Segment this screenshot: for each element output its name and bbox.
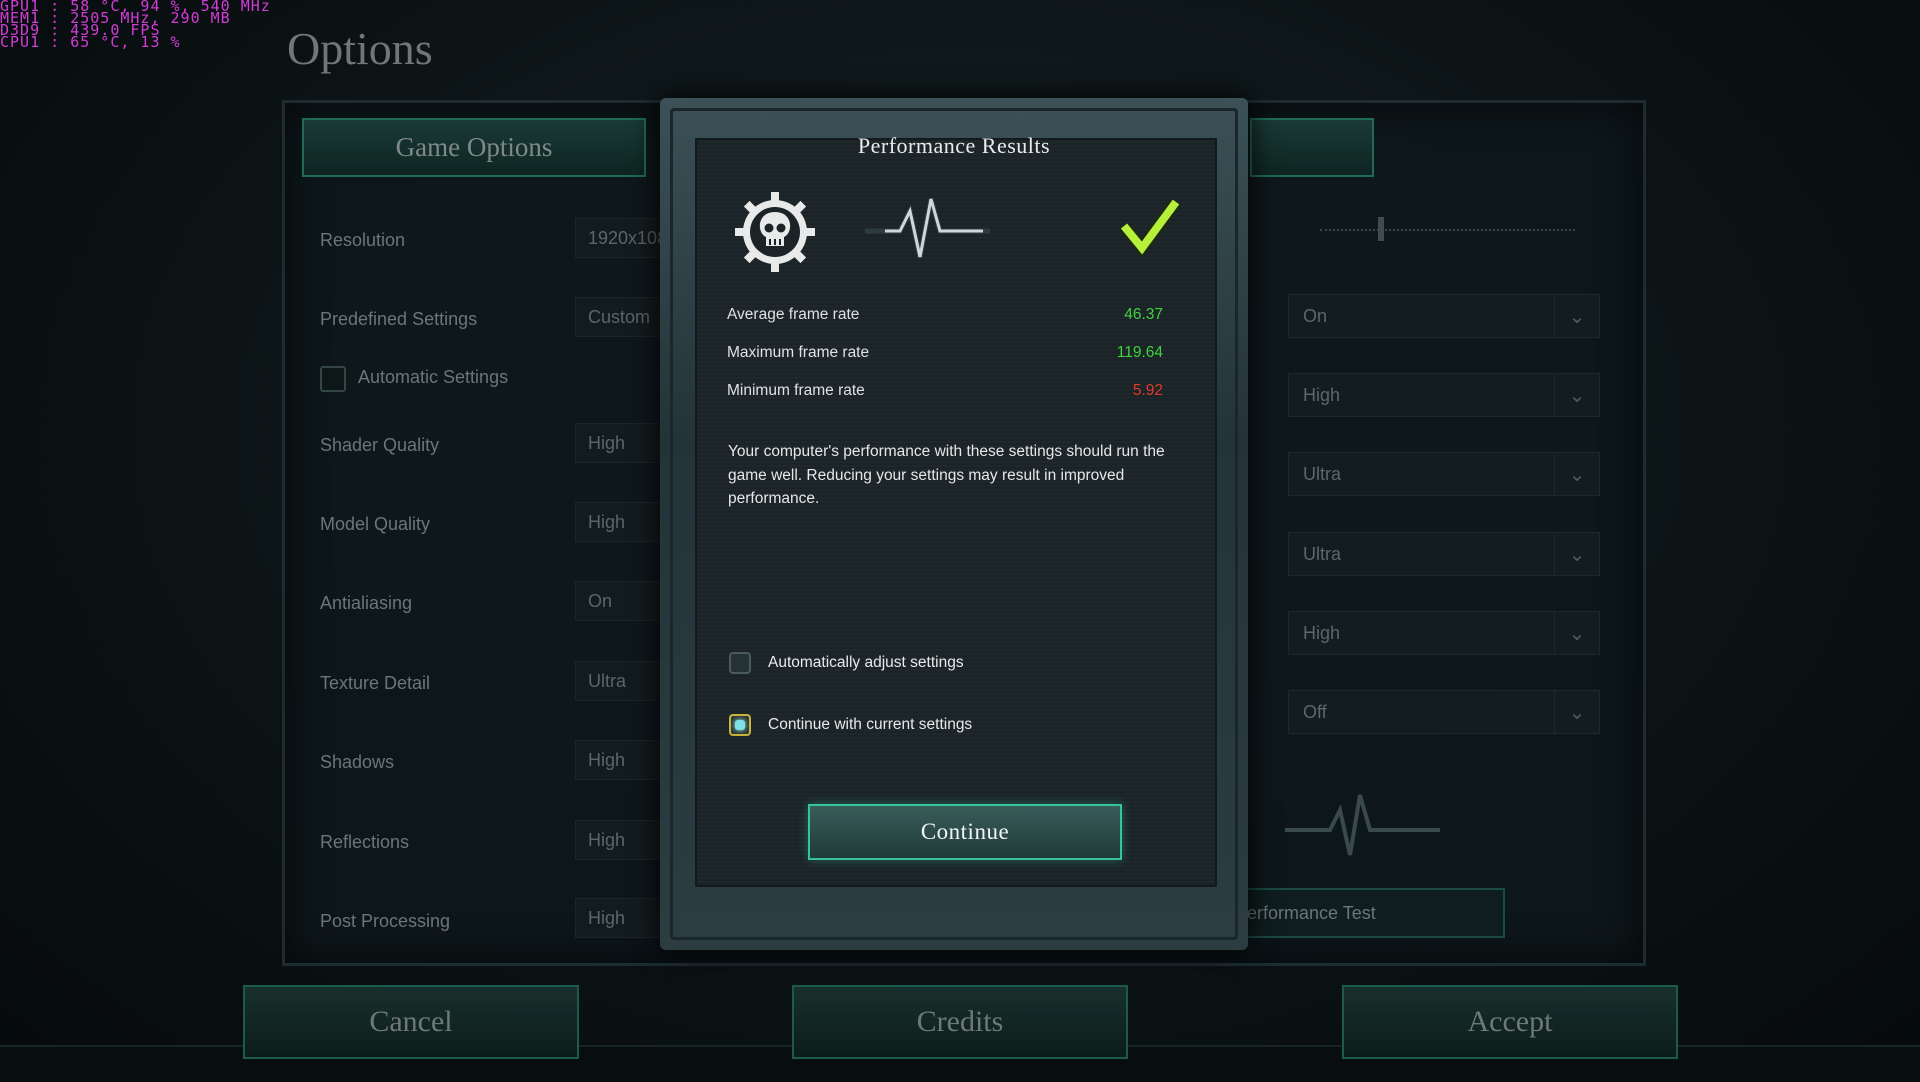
right-select-value: High [1303,622,1341,643]
accept-button[interactable]: Accept [1342,985,1678,1059]
auto-adjust-radio[interactable] [729,652,751,674]
stat-value: 5.92 [1132,382,1163,399]
tab-right[interactable] [1250,118,1374,177]
credits-button[interactable]: Credits [792,985,1128,1059]
heartbeat-icon [1285,794,1440,856]
setting-label-model-quality: Model Quality [320,514,431,534]
right-select-2[interactable]: High ⌄ [1288,373,1600,417]
chevron-down-icon: ⌄ [1554,453,1599,495]
setting-field-antialiasing[interactable]: On [575,581,665,621]
performance-test-button[interactable]: erformance Test [1240,888,1505,938]
stat-label: Average frame rate [727,306,860,323]
stat-maximum-frame-rate: Maximum frame rate 119.64 [727,344,1163,366]
cancel-button[interactable]: Cancel [243,985,579,1059]
checkmark-icon [1118,198,1182,258]
automatic-settings-checkbox[interactable] [320,366,346,392]
right-select-value: Ultra [1303,463,1342,484]
stat-label: Maximum frame rate [727,344,870,361]
right-select-5[interactable]: High ⌄ [1288,611,1600,655]
chevron-down-icon: ⌄ [1554,691,1599,733]
slider-handle[interactable] [1378,217,1384,241]
chevron-down-icon: ⌄ [1554,374,1599,416]
setting-label-shader-quality: Shader Quality [320,435,440,455]
right-select-6[interactable]: Off ⌄ [1288,690,1600,734]
setting-field-reflections[interactable]: High [575,820,665,860]
dialog-title: Performance Results [857,133,1051,158]
automatic-settings-label: Automatic Settings [358,367,509,387]
right-select-value: High [1303,384,1341,405]
setting-field-shadows[interactable]: High [575,740,665,780]
setting-label-texture-detail: Texture Detail [320,673,431,693]
skull-gear-icon [735,192,815,272]
hardware-monitor-overlay: GPU1 : 58 °C, 94 %, 540 MHz MEM1 : 2505 … [0,0,271,51]
right-select-value: Off [1303,701,1327,722]
setting-field-texture-detail[interactable]: Ultra [575,661,665,701]
overlay-cpu-line: CPU1 : 65 °C, 13 % [0,33,181,51]
setting-label-predefined: Predefined Settings [320,309,478,329]
chevron-down-icon: ⌄ [1554,295,1599,337]
continue-button[interactable]: Continue [808,804,1122,860]
chevron-down-icon: ⌄ [1554,533,1599,575]
heartbeat-icon [865,198,990,258]
stat-label: Minimum frame rate [727,382,865,399]
setting-field-post-processing[interactable]: High [575,898,665,938]
setting-label-antialiasing: Antialiasing [320,593,413,613]
chevron-down-icon: ⌄ [1554,612,1599,654]
stat-value: 46.37 [1124,306,1163,323]
setting-field-predefined[interactable]: Custom [575,297,665,337]
setting-label-reflections: Reflections [320,832,410,852]
tab-game-options[interactable]: Game Options [302,118,646,177]
stat-average-frame-rate: Average frame rate 46.37 [727,306,1163,328]
setting-label-shadows: Shadows [320,752,395,772]
result-description: Your computer's performance with these s… [728,443,1165,507]
right-select-3[interactable]: Ultra ⌄ [1288,452,1600,496]
setting-field-resolution[interactable]: 1920x108 [575,218,667,258]
setting-field-model-quality[interactable]: High [575,502,665,542]
right-select-1[interactable]: On ⌄ [1288,294,1600,338]
setting-field-shader-quality[interactable]: High [575,423,665,463]
setting-label-resolution: Resolution [320,230,406,250]
right-select-value: On [1303,305,1328,326]
setting-label-post-processing: Post Processing [320,911,451,931]
stat-minimum-frame-rate: Minimum frame rate 5.92 [727,382,1163,404]
continue-current-label[interactable]: Continue with current settings [768,716,972,734]
page-title: Options [287,23,433,74]
right-select-value: Ultra [1303,543,1342,564]
continue-current-radio[interactable] [729,714,751,736]
auto-adjust-label[interactable]: Automatically adjust settings [768,654,964,672]
slider-track[interactable] [1320,229,1575,233]
stat-value: 119.64 [1116,344,1163,361]
right-select-4[interactable]: Ultra ⌄ [1288,532,1600,576]
